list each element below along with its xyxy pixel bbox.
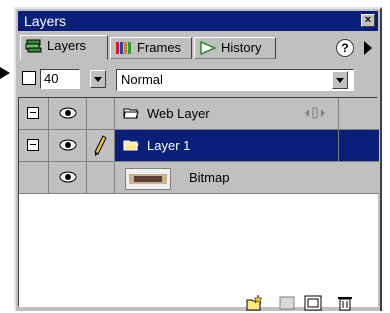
move-handle-icon[interactable] — [304, 107, 326, 119]
layer-row-layer-1[interactable]: Layer 1 — [19, 130, 379, 162]
opacity-dropdown-button[interactable] — [90, 70, 106, 88]
layer-name: Web Layer — [147, 106, 210, 121]
folder-icon — [123, 108, 139, 119]
eye-icon[interactable] — [59, 171, 77, 183]
trash-icon[interactable] — [336, 295, 354, 311]
panel-tabs: Layers Frames History ? — [18, 34, 378, 62]
panel-titlebar[interactable]: Layers × — [18, 11, 378, 31]
blend-mode-dropdown-button[interactable] — [332, 71, 348, 89]
layer-list: Web Layer Layer 1 Bitmap — [18, 97, 379, 307]
layer-row-web-layer[interactable]: Web Layer — [19, 98, 379, 130]
eye-icon[interactable] — [59, 139, 77, 151]
arrow-pointer-icon — [0, 67, 10, 79]
help-button[interactable]: ? — [336, 39, 354, 57]
panel-bottom-toolbar — [18, 293, 378, 313]
new-layer-icon[interactable] — [246, 295, 264, 311]
pencil-icon[interactable] — [93, 135, 107, 157]
layers-panel: Layers × Layers Frames History ? 40 Norm… — [14, 7, 382, 311]
panel-menu-arrow-icon[interactable] — [364, 41, 372, 55]
opacity-field[interactable]: 40 — [40, 69, 80, 89]
tab-layers[interactable]: Layers — [20, 35, 108, 60]
layer-row-bitmap[interactable]: Bitmap — [19, 162, 379, 194]
layers-icon — [25, 39, 42, 53]
close-button[interactable]: × — [361, 14, 375, 27]
bitmap-thumbnail-image — [129, 174, 167, 184]
layer-controls: 40 Normal — [18, 65, 378, 93]
tab-frames[interactable]: Frames — [110, 37, 192, 59]
duplicate-layer-icon[interactable] — [278, 295, 296, 311]
collapse-icon[interactable] — [27, 139, 39, 151]
bitmap-thumbnail — [125, 168, 171, 190]
eye-icon[interactable] — [59, 107, 77, 119]
collapse-icon[interactable] — [27, 107, 39, 119]
tab-frames-label: Frames — [137, 40, 182, 55]
tab-history-label: History — [221, 40, 262, 55]
tab-history[interactable]: History — [194, 37, 276, 59]
layer-name: Bitmap — [189, 170, 230, 185]
history-icon — [200, 41, 217, 55]
new-frame-icon[interactable] — [304, 295, 322, 311]
opacity-icon — [22, 71, 36, 85]
layer-name: Layer 1 — [147, 138, 191, 153]
blend-mode-select[interactable]: Normal — [116, 69, 354, 91]
frames-icon — [116, 42, 131, 54]
tab-layers-label: Layers — [47, 38, 87, 53]
panel-title: Layers — [24, 13, 67, 29]
folder-icon — [123, 140, 139, 151]
